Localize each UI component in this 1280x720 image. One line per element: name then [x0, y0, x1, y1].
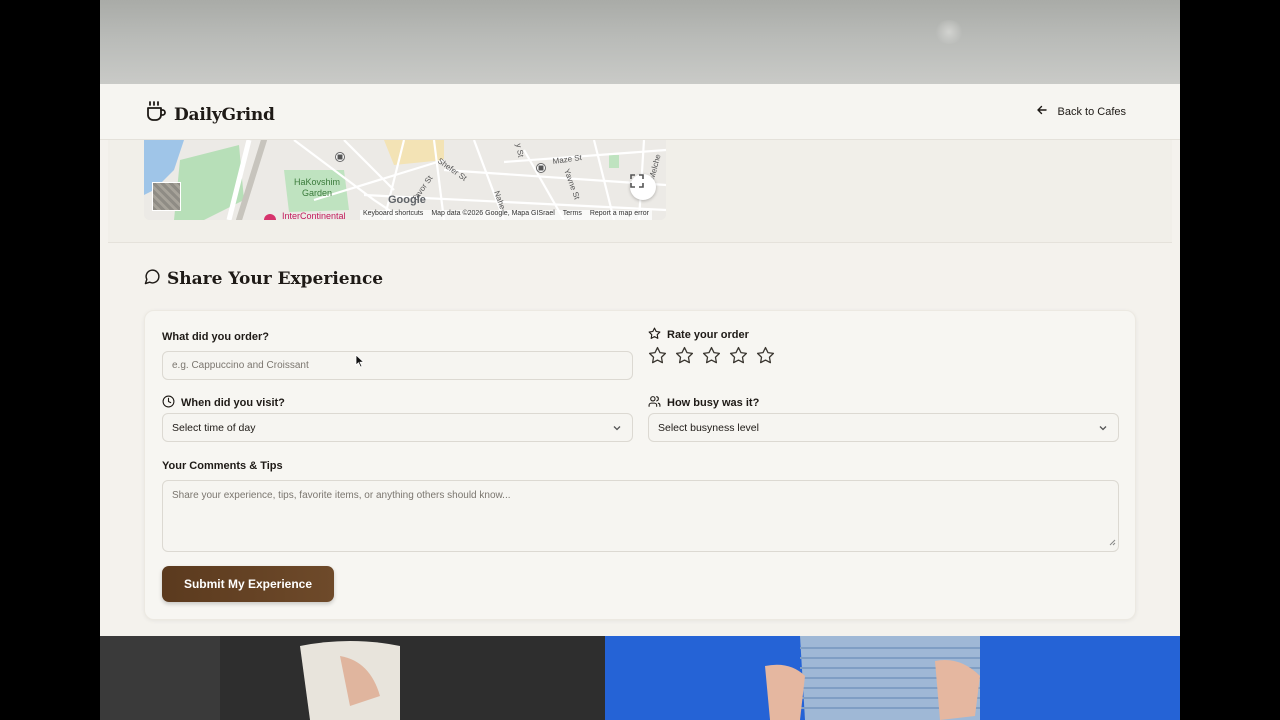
chat-bubble-icon	[144, 268, 161, 290]
terms-link[interactable]: Terms	[563, 210, 582, 220]
brand-name: DailyGrind	[174, 104, 275, 125]
background-photo-bottom	[100, 636, 1180, 720]
map-attribution: Keyboard shortcuts Map data ©2026 Google…	[360, 210, 652, 220]
users-icon	[648, 395, 661, 411]
brand-logo[interactable]: DailyGrind	[144, 100, 275, 129]
rating-star-3[interactable]	[702, 346, 721, 365]
fullscreen-button[interactable]	[630, 174, 656, 200]
google-logo: Google	[388, 194, 426, 206]
submit-experience-button[interactable]: Submit My Experience	[162, 566, 334, 602]
order-input[interactable]: e.g. Cappuccino and Croissant	[162, 351, 633, 380]
background-photo-top	[100, 0, 1180, 84]
mouse-cursor	[355, 354, 365, 373]
map-label-park: HaKovshim	[294, 177, 340, 187]
app-page: DailyGrind Back to Cafes HaKovshim Garde…	[100, 84, 1180, 636]
busyness-value: Select busyness level	[658, 421, 759, 434]
busy-label: How busy was it?	[648, 395, 759, 411]
report-map-error-link[interactable]: Report a map error	[590, 210, 649, 220]
chevron-down-icon	[1098, 423, 1108, 436]
coffee-cup-icon	[144, 100, 168, 129]
visit-time-select[interactable]: Select time of day	[162, 413, 633, 442]
map-tiles: HaKovshim Garden Shefer St Maze St Yavne…	[144, 140, 666, 220]
visit-label-text: When did you visit?	[181, 397, 285, 409]
rating-stars	[648, 346, 775, 365]
section-title: Share Your Experience	[167, 269, 384, 289]
rating-star-4[interactable]	[729, 346, 748, 365]
busy-label-text: How busy was it?	[667, 397, 760, 409]
satellite-toggle[interactable]	[152, 182, 181, 211]
section-heading: Share Your Experience	[144, 268, 383, 290]
clock-icon	[162, 395, 175, 411]
busyness-select[interactable]: Select busyness level	[648, 413, 1119, 442]
mugs-photo	[100, 636, 1180, 720]
hotel-marker[interactable]	[264, 214, 276, 220]
chevron-down-icon	[612, 423, 622, 436]
rating-star-2[interactable]	[675, 346, 694, 365]
cafe-map[interactable]: HaKovshim Garden Shefer St Maze St Yavne…	[144, 140, 666, 220]
star-icon	[648, 327, 661, 343]
comments-label-text: Your Comments & Tips	[162, 460, 283, 472]
rating-star-5[interactable]	[756, 346, 775, 365]
map-section: HaKovshim Garden Shefer St Maze St Yavne…	[108, 140, 1172, 243]
back-to-cafes-label: Back to Cafes	[1057, 105, 1126, 118]
map-label-park-2: Garden	[302, 188, 332, 198]
rating-label-text: Rate your order	[667, 329, 749, 341]
comments-label: Your Comments & Tips	[162, 460, 283, 472]
order-label-text: What did you order?	[162, 331, 269, 343]
map-data-text: Map data ©2026 Google, Mapa GISrael	[431, 210, 555, 217]
visit-time-value: Select time of day	[172, 421, 256, 434]
order-label: What did you order?	[162, 331, 269, 343]
keyboard-shortcuts-link[interactable]: Keyboard shortcuts	[363, 210, 423, 220]
order-placeholder: e.g. Cappuccino and Croissant	[172, 360, 309, 371]
comments-placeholder: Share your experience, tips, favorite it…	[172, 490, 511, 501]
back-to-cafes-link[interactable]: Back to Cafes	[1036, 104, 1126, 119]
hotel-label[interactable]: InterContinental	[282, 211, 346, 220]
site-header: DailyGrind Back to Cafes	[100, 84, 1180, 140]
arrow-left-icon	[1036, 104, 1048, 119]
rating-star-1[interactable]	[648, 346, 667, 365]
browser-viewport: DailyGrind Back to Cafes HaKovshim Garde…	[100, 0, 1180, 720]
experience-form: What did you order? e.g. Cappuccino and …	[144, 310, 1136, 620]
resize-handle-icon[interactable]	[1109, 538, 1116, 549]
rating-label: Rate your order	[648, 327, 749, 343]
comments-textarea[interactable]: Share your experience, tips, favorite it…	[162, 480, 1119, 552]
visit-label: When did you visit?	[162, 395, 285, 411]
